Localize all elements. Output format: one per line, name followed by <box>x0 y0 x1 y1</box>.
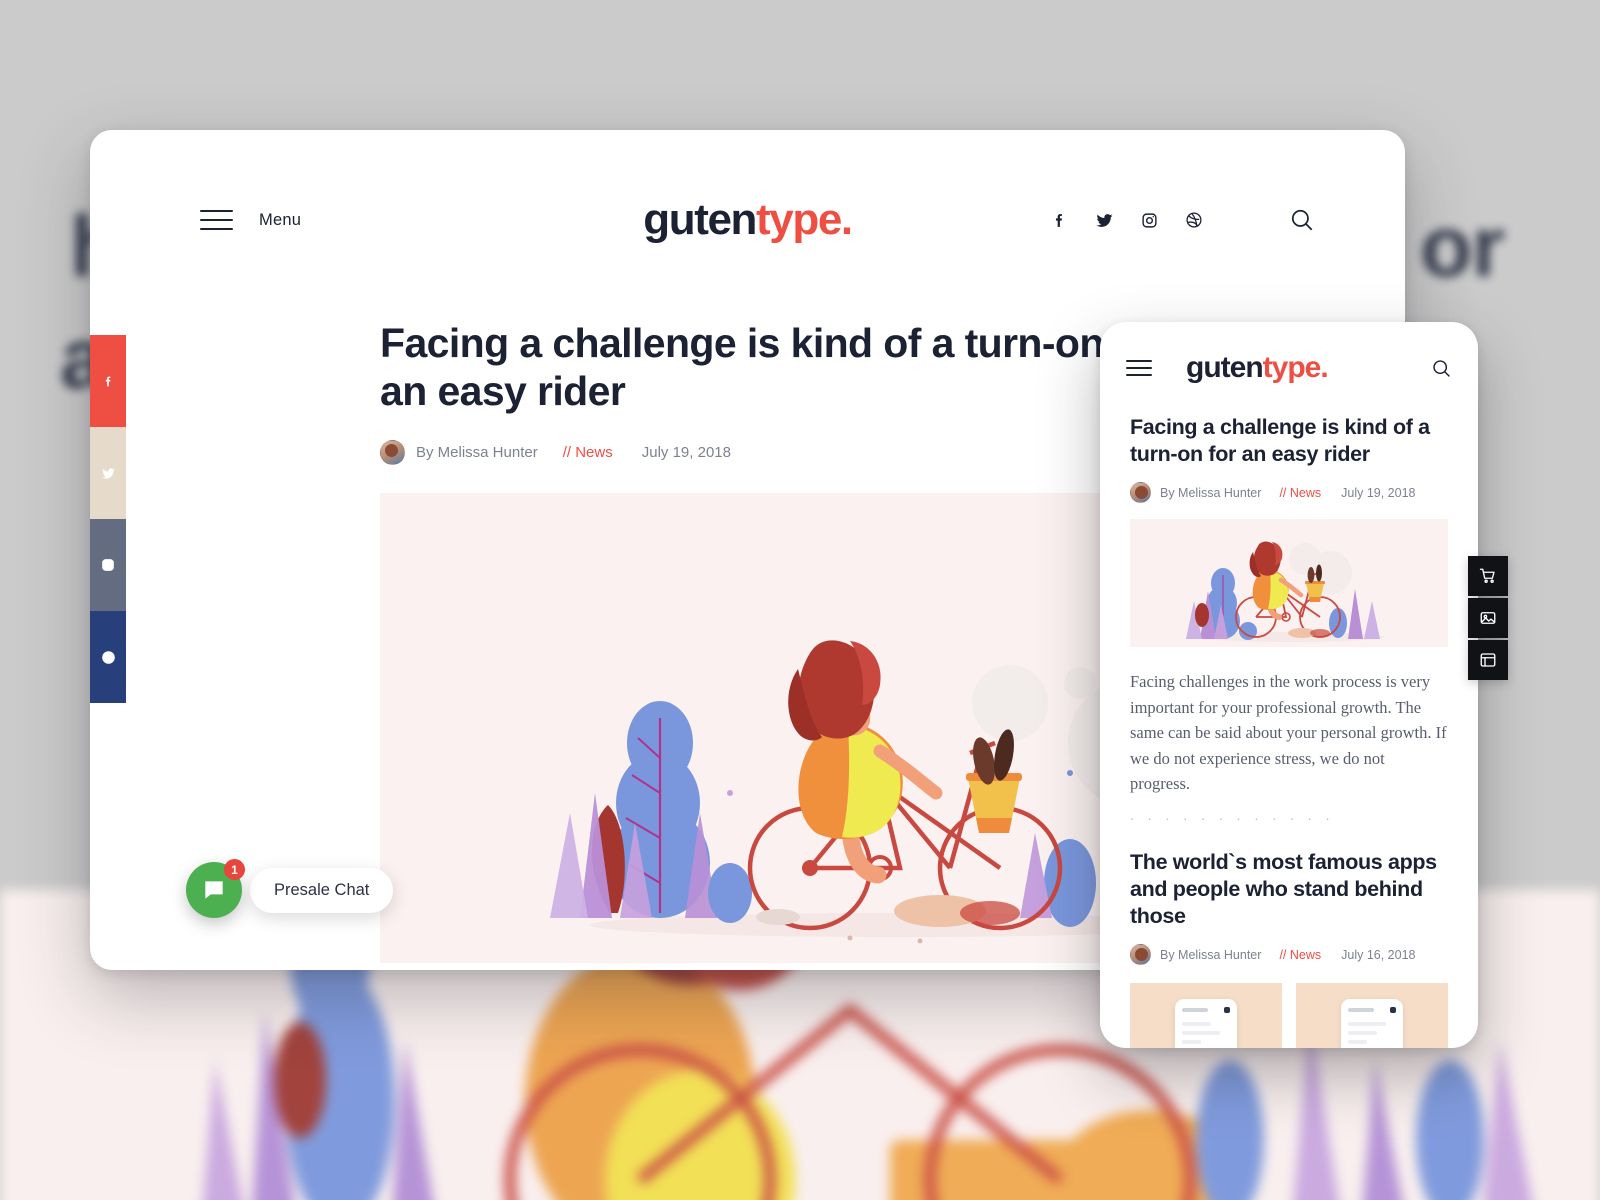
image-icon[interactable] <box>1468 598 1508 638</box>
mobile-article-list: Facing a challenge is kind of a turn-on … <box>1100 414 1478 1048</box>
mobile-search-icon[interactable] <box>1431 358 1452 379</box>
mobile-article-1-category[interactable]: // News <box>1279 486 1321 500</box>
header-right-group <box>1051 207 1315 233</box>
instagram-icon[interactable] <box>1141 212 1158 229</box>
article-date: July 19, 2018 <box>641 443 731 461</box>
mobile-device-window: gutentype. Facing a challenge is kind of… <box>1100 322 1478 1048</box>
mobile-logo-text-primary: guten <box>1186 351 1264 384</box>
mobile-article-2-byline: By Melissa Hunter // News July 16, 2018 <box>1130 944 1448 966</box>
menu-label: Menu <box>259 210 302 229</box>
author-avatar <box>1130 944 1151 966</box>
mobile-article-1-illustration <box>1130 519 1448 648</box>
rail-item-dribbble[interactable] <box>90 611 126 703</box>
rail-item-twitter[interactable] <box>90 427 126 519</box>
thumbnail-app-screen-1[interactable] <box>1130 983 1282 1048</box>
mobile-article-1-date: July 19, 2018 <box>1341 485 1416 500</box>
rail-item-facebook[interactable] <box>90 335 126 427</box>
mobile-article-2-title: The world`s most famous apps and people … <box>1130 849 1437 929</box>
mobile-divider-dots: . . . . . . . . . . . . <box>1130 806 1335 823</box>
dribbble-icon[interactable] <box>1185 211 1203 229</box>
chat-unread-badge: 1 <box>224 859 245 880</box>
mobile-article-2-category[interactable]: // News <box>1279 948 1321 962</box>
mobile-article-1-author: By Melissa Hunter <box>1160 485 1262 500</box>
mobile-hamburger-icon[interactable] <box>1126 360 1152 376</box>
hamburger-icon[interactable] <box>200 210 233 230</box>
window-icon[interactable] <box>1468 640 1508 680</box>
background-text-right: or <box>1420 199 1505 295</box>
site-header: Menu gutentype. <box>90 130 1405 310</box>
mobile-article-2-thumbnails <box>1130 983 1448 1048</box>
mobile-article-2-author: By Melissa Hunter <box>1160 947 1262 962</box>
social-share-rail <box>90 335 126 703</box>
mobile-header: gutentype. <box>1100 322 1478 414</box>
search-icon[interactable] <box>1289 207 1315 233</box>
header-social-links <box>1051 211 1203 230</box>
mobile-article-2-date: July 16, 2018 <box>1341 947 1416 962</box>
logo-text-primary: guten <box>643 195 757 244</box>
menu-toggle[interactable]: Menu <box>200 210 301 230</box>
mobile-article-1-title: Facing a challenge is kind of a turn-on … <box>1130 415 1430 467</box>
cart-icon[interactable] <box>1468 556 1508 596</box>
site-logo[interactable]: gutentype. <box>643 195 853 245</box>
article-category[interactable]: // News <box>563 444 613 461</box>
author-name: By Melissa Hunter <box>416 443 538 461</box>
mobile-article-1-byline: By Melissa Hunter // News July 19, 2018 <box>1130 482 1448 504</box>
mobile-logo-text-accent: type. <box>1262 351 1329 384</box>
article-title: Facing a challenge is kind of a turn-on … <box>380 320 1168 414</box>
presale-chat-widget[interactable]: 1 Presale Chat <box>186 859 394 918</box>
logo-text-accent: type. <box>756 195 853 244</box>
chat-label[interactable]: Presale Chat <box>250 867 394 913</box>
mobile-article-1-paragraph: Facing challenges in the work process is… <box>1130 672 1447 794</box>
floating-toolbar <box>1468 556 1508 680</box>
facebook-icon[interactable] <box>1051 212 1068 229</box>
twitter-icon[interactable] <box>1095 211 1114 230</box>
chat-bubble-icon[interactable]: 1 <box>186 859 245 918</box>
author-avatar <box>380 439 405 465</box>
author-avatar <box>1130 482 1151 504</box>
thumbnail-app-screen-2[interactable] <box>1296 983 1448 1048</box>
rail-item-instagram[interactable] <box>90 519 126 611</box>
mobile-site-logo[interactable]: gutentype. <box>1186 351 1329 385</box>
